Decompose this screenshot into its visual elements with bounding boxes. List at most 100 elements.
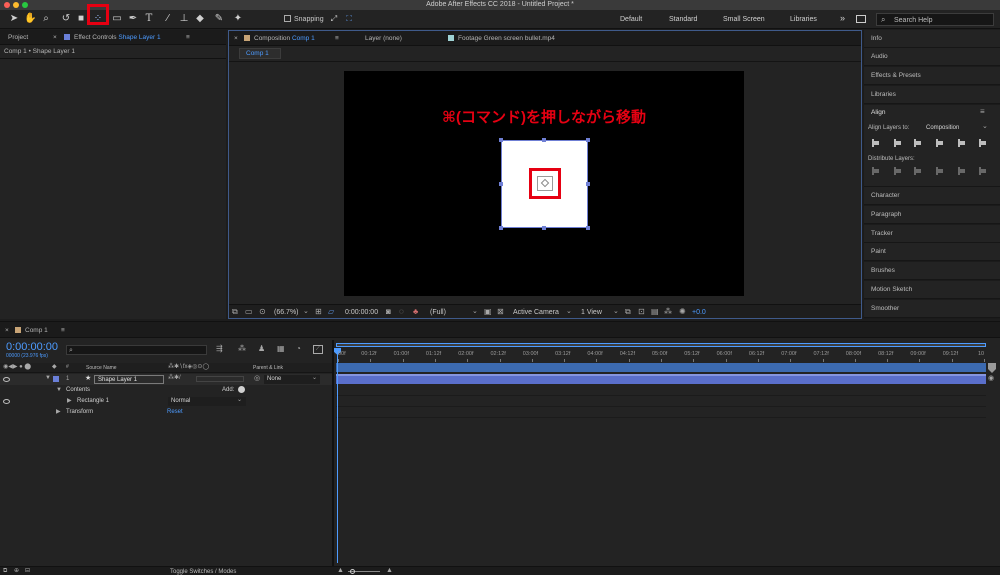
close-tab-icon[interactable]: × — [234, 35, 238, 42]
toggle-pixel-aspect-icon[interactable]: ⧉ — [625, 308, 631, 316]
distribute-left-icon[interactable] — [934, 166, 944, 176]
tab-effect-controls[interactable]: Effect Controls Shape Layer 1 — [64, 34, 161, 41]
distribute-right-icon[interactable] — [977, 166, 987, 176]
smoother-panel[interactable]: Smoother — [864, 300, 1000, 318]
reset-link[interactable]: Reset — [167, 409, 183, 415]
layer-switches-pane-icon[interactable]: ⧉ — [3, 568, 7, 574]
panel-menu-icon[interactable]: ≡ — [61, 327, 65, 334]
transform-handle[interactable] — [586, 182, 590, 186]
panel-menu-icon[interactable]: ≡ — [980, 108, 985, 116]
eraser-tool-icon[interactable]: ◆ — [194, 13, 206, 25]
distribute-horizontal-center-icon[interactable] — [956, 166, 966, 176]
layer-switch-boxes[interactable] — [196, 376, 244, 382]
roto-brush-tool-icon[interactable]: ✎ — [213, 13, 225, 25]
paint-panel[interactable]: Paint — [864, 243, 1000, 261]
pen-tool-icon[interactable]: ✒ — [127, 13, 139, 25]
current-time[interactable]: 0:00:00:00 — [345, 309, 378, 316]
comp-button-icon[interactable]: ◉ — [988, 375, 994, 382]
channel-color-icon[interactable]: ♣ — [413, 308, 418, 316]
rectangle-row[interactable]: ▶ Rectangle 1 Normal ⌄ — [0, 396, 332, 407]
camera-dropdown[interactable]: Active Camera — [513, 309, 559, 316]
expand-arrow-icon[interactable]: ▼ — [56, 387, 62, 393]
exposure-value[interactable]: +0.0 — [692, 309, 706, 316]
transparency-grid-icon[interactable]: ⊠ — [497, 308, 504, 316]
tab-layer[interactable]: Layer (none) — [365, 35, 402, 42]
libraries-panel[interactable]: Libraries — [864, 86, 1000, 104]
contents-row[interactable]: ▼ Contents Add: — [0, 385, 332, 396]
transform-handle[interactable] — [586, 138, 590, 142]
expand-arrow-icon[interactable]: ▶ — [67, 398, 72, 404]
always-preview-icon[interactable]: ⧉ — [232, 308, 238, 316]
tab-composition[interactable]: Composition Comp 1 — [244, 35, 315, 42]
clone-stamp-tool-icon[interactable]: ⊥ — [178, 13, 190, 25]
toggle-switches-modes[interactable]: Toggle Switches / Modes — [170, 569, 236, 575]
composition-mini-flowchart-icon[interactable]: ⇶ — [216, 345, 223, 353]
timeline-icon[interactable]: ▤ — [651, 308, 659, 316]
parent-dropdown[interactable]: None ⌄ — [264, 375, 320, 384]
transform-handle[interactable] — [499, 182, 503, 186]
align-vertical-center-icon[interactable] — [956, 138, 966, 148]
tab-footage[interactable]: Footage Green screen bullet.mp4 — [448, 35, 555, 42]
monitor-icon[interactable]: ▭ — [245, 308, 253, 316]
align-top-icon[interactable] — [934, 138, 944, 148]
resolution-dropdown[interactable]: (Full) — [430, 309, 446, 316]
workspace-small-screen[interactable]: Small Screen — [723, 16, 765, 23]
panel-menu-icon[interactable]: ≡ — [335, 35, 339, 42]
motion-blur-icon[interactable]: ◔ — [296, 345, 301, 353]
character-panel[interactable]: Character — [864, 187, 1000, 205]
zoom-slider-thumb[interactable] — [350, 569, 355, 574]
align-bottom-icon[interactable] — [977, 138, 987, 148]
expand-arrow-icon[interactable]: ▶ — [56, 409, 61, 415]
brush-tool-icon[interactable]: ∕ — [162, 13, 174, 25]
in-out-pane-icon[interactable]: ⊟ — [25, 568, 30, 574]
transform-handle[interactable] — [499, 138, 503, 142]
panel-menu-icon[interactable]: ≡ — [186, 34, 190, 41]
layer-switches-icons[interactable]: ⁂✱/ — [168, 375, 181, 381]
transform-handle[interactable] — [586, 226, 590, 230]
work-area-strip[interactable] — [336, 363, 986, 372]
align-left-icon[interactable] — [870, 138, 880, 148]
distribute-bottom-icon[interactable] — [912, 166, 922, 176]
search-help-box[interactable]: ⌕ Search Help — [876, 13, 994, 26]
hand-tool-icon[interactable]: ✋ — [24, 13, 36, 25]
flowchart-icon[interactable]: ⁂ — [664, 308, 672, 316]
eye-icon[interactable] — [3, 399, 10, 404]
timeline-tab[interactable]: Comp 1 — [15, 327, 48, 334]
reset-exposure-icon[interactable]: ✺ — [679, 308, 686, 316]
rotation-tool-icon[interactable]: ↺ — [60, 13, 72, 25]
add-button[interactable] — [238, 386, 245, 393]
expand-arrow-icon[interactable]: ▼ — [45, 375, 51, 381]
grid-icon[interactable]: ⊞ — [315, 308, 322, 316]
brushes-panel[interactable]: Brushes — [864, 262, 1000, 280]
fast-previews-icon[interactable]: ⊡ — [638, 308, 645, 316]
transform-handle[interactable] — [542, 138, 546, 142]
paragraph-panel[interactable]: Paragraph — [864, 206, 1000, 224]
pick-whip-icon[interactable]: ◎ — [254, 375, 260, 382]
modes-pane-icon[interactable]: ⊕ — [14, 568, 19, 574]
align-right-icon[interactable] — [912, 138, 922, 148]
hide-shy-layers-icon[interactable]: ♟ — [258, 345, 265, 353]
info-panel[interactable]: Info — [864, 30, 1000, 48]
snap-feature-icon[interactable]: ⛶ — [343, 13, 355, 25]
close-tab-icon[interactable]: × — [53, 34, 57, 41]
draft-3d-icon[interactable]: ⁂ — [238, 345, 246, 353]
time-navigator[interactable] — [336, 343, 986, 347]
timeline-search-input[interactable]: ⌕ — [66, 345, 207, 355]
blend-mode-dropdown[interactable]: Normal ⌄ — [168, 397, 246, 406]
workspace-libraries[interactable]: Libraries — [790, 16, 817, 23]
motion-sketch-panel[interactable]: Motion Sketch — [864, 281, 1000, 299]
type-tool-icon[interactable]: T — [143, 13, 155, 25]
selection-tool-icon[interactable]: ➤ — [8, 13, 20, 25]
distribute-vertical-center-icon[interactable] — [892, 166, 902, 176]
mask-path-icon[interactable]: ▱ — [328, 308, 334, 316]
workspace-overflow-icon[interactable]: » — [840, 14, 845, 23]
comp-subtab[interactable]: Comp 1 — [239, 48, 281, 59]
close-tab-icon[interactable]: × — [5, 327, 9, 334]
zoom-in-icon[interactable]: ▲ — [386, 567, 393, 574]
timeline-current-time[interactable]: 0:00:00:00 — [6, 342, 58, 353]
frame-blending-icon[interactable]: ▦ — [277, 345, 285, 353]
workspace-menu-icon[interactable] — [856, 15, 866, 23]
snapping-checkbox[interactable] — [284, 15, 291, 22]
eye-icon[interactable] — [3, 377, 10, 382]
camera-tool-icon[interactable]: ■ — [75, 13, 87, 25]
